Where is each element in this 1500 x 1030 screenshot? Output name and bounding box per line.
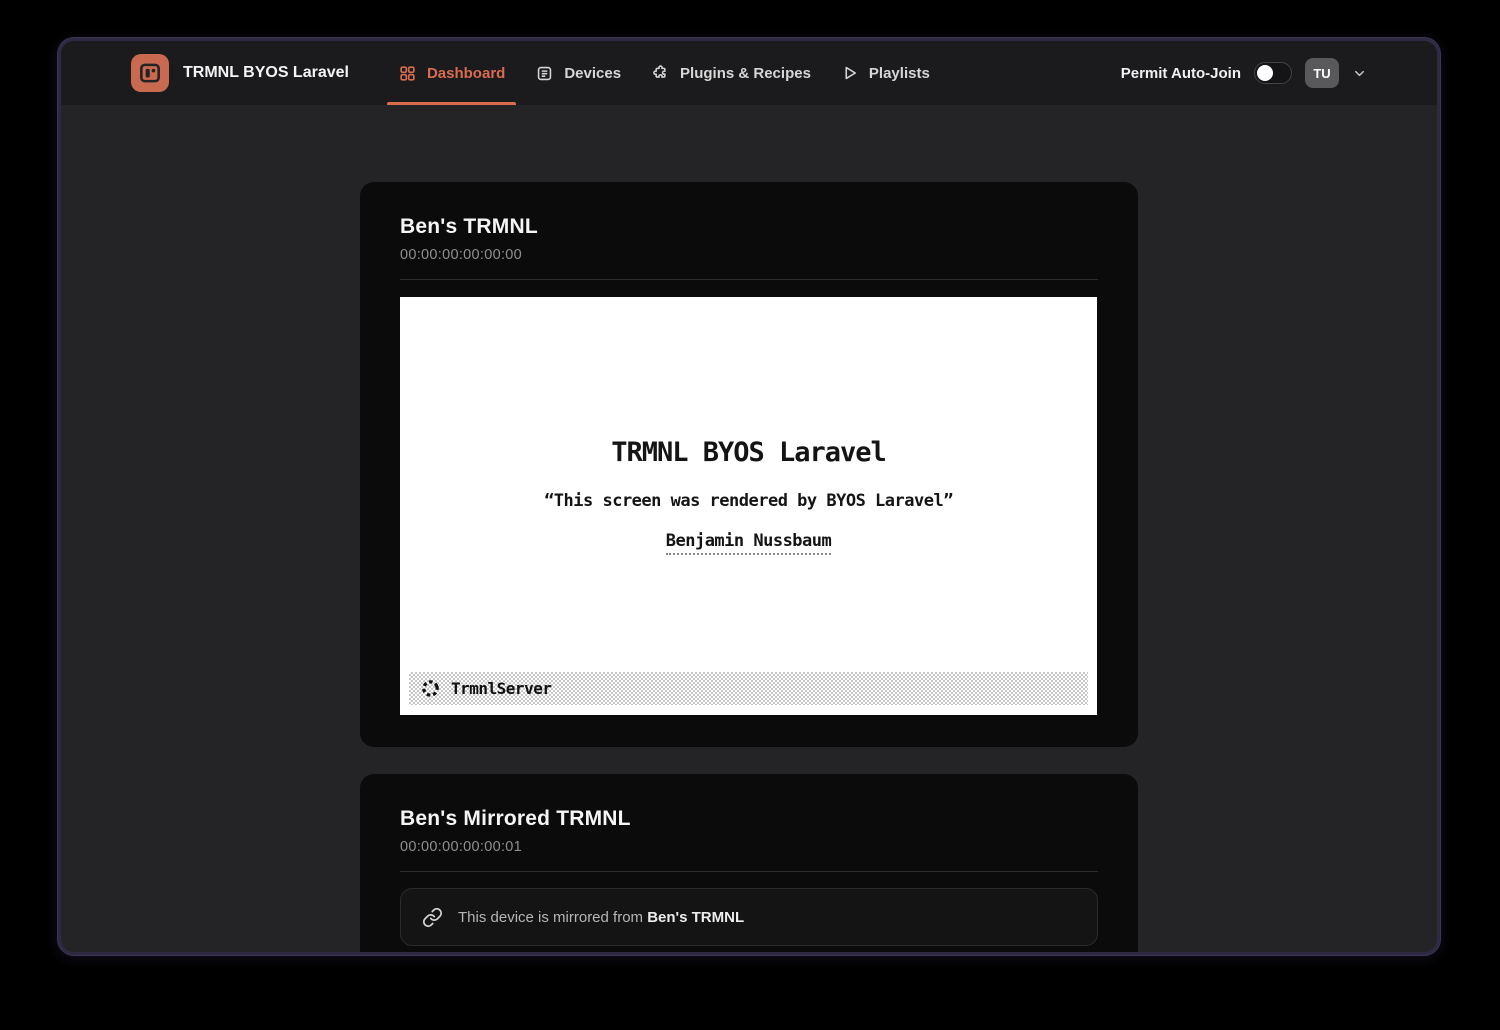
toggle-knob [1257, 65, 1273, 81]
nav-label: Dashboard [427, 65, 505, 82]
permit-auto-join-toggle[interactable] [1254, 62, 1292, 84]
puzzle-icon [651, 64, 670, 83]
nav-label: Devices [564, 65, 621, 82]
user-menu-button[interactable] [1352, 66, 1367, 81]
server-status-label: TrmnlServer [451, 679, 551, 698]
nav-tab-plugins-recipes[interactable]: Plugins & Recipes [636, 41, 826, 105]
trmnl-logo-icon[interactable] [131, 54, 169, 92]
top-navbar: TRMNL BYOS Laravel Dashboard [61, 41, 1437, 105]
play-icon [841, 64, 859, 82]
nav-tab-dashboard[interactable]: Dashboard [383, 41, 520, 105]
nav-label: Plugins & Recipes [680, 65, 811, 82]
device-list-icon [535, 64, 554, 83]
navbar-right-group: Permit Auto-Join TU [1121, 58, 1367, 88]
screen-title: TRMNL BYOS Laravel [400, 297, 1097, 468]
device-screen-preview: TRMNL BYOS Laravel “This screen was rend… [400, 297, 1097, 715]
device-card-bens-trmnl: Ben's TRMNL 00:00:00:00:00:00 TRMNL BYOS… [360, 182, 1138, 747]
link-icon [422, 907, 443, 928]
screen-author-link: Benjamin Nussbaum [666, 531, 832, 555]
nav-label: Playlists [869, 65, 930, 82]
desktop-background: TRMNL BYOS Laravel Dashboard [0, 0, 1500, 1030]
nav-tab-devices[interactable]: Devices [520, 41, 636, 105]
device-mac-address: 00:00:00:00:00:00 [400, 247, 1098, 263]
grid-icon [398, 64, 417, 83]
screen-quote: “This screen was rendered by BYOS Larave… [400, 491, 1097, 511]
dashboard-content: Ben's TRMNL 00:00:00:00:00:00 TRMNL BYOS… [61, 105, 1437, 955]
mirror-info-box: This device is mirrored from Ben's TRMNL [400, 888, 1098, 946]
main-nav: Dashboard Devices Plugins & Recipes [383, 41, 945, 105]
divider [400, 871, 1098, 872]
mirror-message-text: This device is mirrored from [458, 909, 647, 926]
device-name: Ben's TRMNL [400, 215, 1098, 239]
device-card-bens-mirrored-trmnl: Ben's Mirrored TRMNL 00:00:00:00:00:01 T… [360, 774, 1138, 955]
mirror-message: This device is mirrored from Ben's TRMNL [458, 909, 744, 926]
screen-status-bar: TrmnlServer [409, 672, 1088, 705]
permit-auto-join-label: Permit Auto-Join [1121, 65, 1241, 82]
device-glyph-icon [137, 60, 163, 86]
user-avatar[interactable]: TU [1305, 58, 1339, 88]
app-title: TRMNL BYOS Laravel [183, 64, 349, 82]
chevron-down-icon [1352, 66, 1367, 81]
app-window: TRMNL BYOS Laravel Dashboard [58, 38, 1440, 955]
device-name: Ben's Mirrored TRMNL [400, 807, 1098, 831]
divider [400, 279, 1098, 280]
spinner-icon [420, 678, 441, 699]
mirror-source-device: Ben's TRMNL [647, 909, 744, 926]
nav-tab-playlists[interactable]: Playlists [826, 41, 945, 105]
device-mac-address: 00:00:00:00:00:01 [400, 839, 1098, 855]
